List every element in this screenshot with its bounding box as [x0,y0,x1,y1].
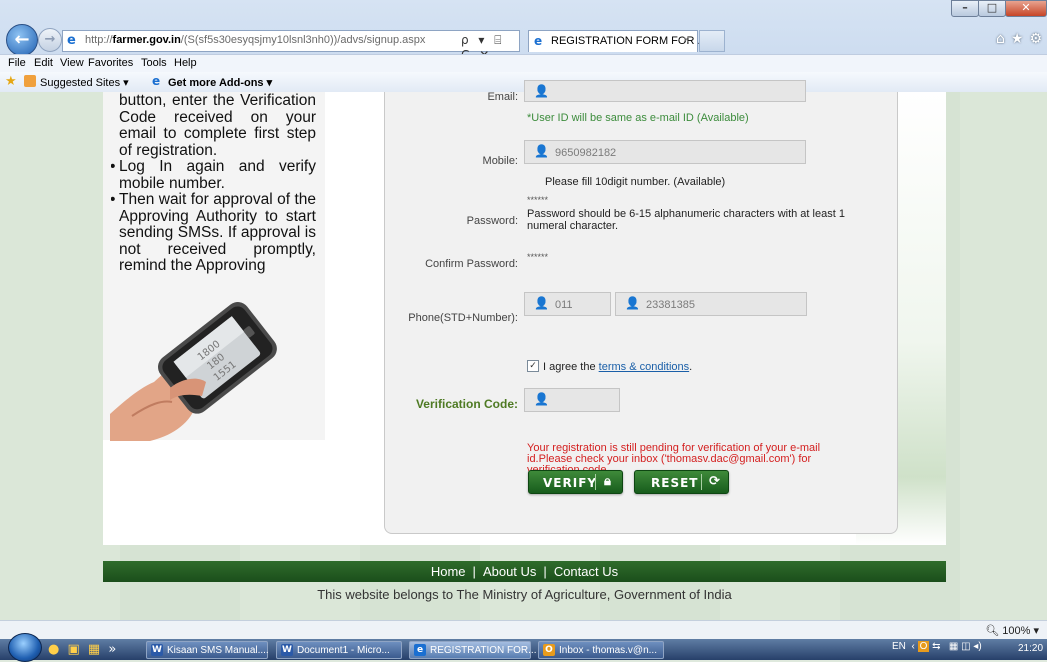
reset-button-label: RESET [651,476,699,490]
taskbar-item-label: Kisaan SMS Manual.... [167,645,269,656]
get-addons-link[interactable]: Get more Add-ons ▾ [168,76,272,89]
menu-bar: File Edit View Favorites Tools Help [0,54,1047,73]
verification-code-field[interactable]: 👤 [524,388,620,412]
menu-file[interactable]: File [8,57,26,69]
email-label: Email: [487,91,518,103]
person-icon: 👤 [534,144,549,158]
taskbar-item-registration[interactable]: e REGISTRATION FOR... [409,641,536,659]
ie-icon: e [67,33,76,48]
menu-help[interactable]: Help [174,57,197,69]
std-code-field[interactable]: 👤 011 [524,292,611,316]
quick-launch-icons[interactable]: ● ▣ ▦ » [48,642,118,657]
taskbar-item-label: Inbox - thomas.v@n... [559,645,657,656]
mobile-note: Please fill 10digit number. (Available) [545,176,725,188]
start-button[interactable] [8,633,42,662]
forward-button[interactable]: → [38,28,62,52]
instruction-item: Log In again and verify mobile number. [111,158,316,192]
taskbar-item-label: REGISTRATION FOR... [430,645,537,656]
sidebar-instructions: button, enter the Verification Code rece… [111,93,316,289]
userid-note: *User ID will be same as e-mail ID (Avai… [527,112,749,124]
email-field[interactable]: 👤 [524,80,806,102]
suggested-sites-link[interactable]: Suggested Sites ▾ [40,76,129,89]
instruction-item: Then wait for approval of the Approving … [111,191,316,275]
taskbar-item-kisaan-manual[interactable]: W Kisaan SMS Manual.... [146,641,269,659]
reset-button[interactable]: RESET ⟳ [634,470,729,494]
window-controls: – □ ✕ [951,0,1047,17]
language-indicator[interactable]: EN [892,641,906,652]
phone-label: Phone(STD+Number): [408,312,518,324]
minimize-button[interactable]: – [951,0,979,17]
ie-icon: e [534,34,543,48]
taskbar-item-document1[interactable]: W Document1 - Micro... [276,641,402,659]
back-button[interactable]: ← [6,24,38,56]
password-note: Password should be 6-15 alphanumeric cha… [527,208,845,232]
footer-nav: Home | About Us | Contact Us [103,564,946,579]
status-bar: 🔍︎ 100% ▾ [0,620,1047,640]
agree-checkbox[interactable]: ✓ [527,360,539,372]
password-label: Password: [466,215,518,227]
clock[interactable]: 21:20 [1018,643,1043,654]
agree-text: I agree the terms & conditions. [543,361,693,373]
phone-number-value: 23381385 [646,299,695,311]
system-tray: EN ‹ O ⇆ ▦ ◫ ◂) [892,641,982,652]
phone-in-hand-image: 1800 180 1551 [110,302,277,441]
new-tab-button[interactable] [699,30,725,52]
mobile-label: Mobile: [482,155,518,167]
menu-tools[interactable]: Tools [141,57,167,69]
password-field[interactable]: ****** [527,195,548,205]
zoom-level[interactable]: 🔍︎ 100% ▾ [985,624,1039,637]
menu-favorites[interactable]: Favorites [88,57,133,69]
tab-registration-form[interactable]: e REGISTRATION FORM FOR ... × [528,30,707,52]
person-icon: 👤 [534,392,549,406]
taskbar-item-inbox[interactable]: O Inbox - thomas.v@n... [538,641,664,659]
maximize-button[interactable]: □ [978,0,1006,17]
button-separator [595,474,596,490]
verification-code-label: Verification Code: [415,397,518,411]
verify-button[interactable]: VERIFY 🔒︎ [528,470,623,494]
person-icon: 👤 [534,84,549,98]
addons-icon: e [152,74,161,88]
terms-link[interactable]: terms & conditions [599,361,689,373]
close-window-button[interactable]: ✕ [1005,0,1047,17]
footer-link-home[interactable]: Home [431,564,466,579]
close-tab-icon[interactable]: × [683,34,689,46]
url-text[interactable]: http://farmer.gov.in/(S(sf5s30esyqsjmy10… [85,34,425,46]
refresh-icon: ⟳ [709,474,720,489]
person-icon: 👤 [534,296,549,310]
mobile-field[interactable]: 👤 9650982182 [524,140,806,164]
person-icon: 👤 [625,296,640,310]
word-icon: W [281,644,293,656]
footer-note: This website belongs to The Ministry of … [317,587,732,602]
button-separator [701,474,702,490]
outlook-icon: O [543,644,555,656]
favorites-star-icon[interactable]: ★ [5,74,17,89]
mobile-note-text: Please fill 10digit number. (Available) [545,176,726,188]
menu-view[interactable]: View [60,57,84,69]
footer-link-about[interactable]: About Us [483,564,536,579]
instruction-item: button, enter the Verification Code rece… [119,93,316,159]
mobile-value: 9650982182 [555,147,617,159]
std-value: 011 [555,299,573,311]
menu-edit[interactable]: Edit [34,57,53,69]
footer-separator: | [472,564,476,579]
lock-icon: 🔒︎ [604,474,611,489]
confirm-password-label: Confirm Password: [425,258,518,270]
home-favorites-tools-icons[interactable]: ⌂★⚙ [996,31,1047,47]
ie-icon: e [414,644,426,656]
footer-link-contact[interactable]: Contact Us [554,564,618,579]
tray-outlook-icon[interactable]: O [917,641,930,652]
word-icon: W [151,644,163,656]
taskbar-item-label: Document1 - Micro... [297,645,390,656]
confirm-password-field[interactable]: ****** [527,252,548,262]
footer-separator: | [543,564,547,579]
verify-button-label: VERIFY [543,476,598,490]
address-bar[interactable]: e http://farmer.gov.in/(S(sf5s30esyqsjmy… [62,30,520,62]
suggested-sites-icon [24,75,36,87]
phone-number-field[interactable]: 👤 23381385 [615,292,807,316]
